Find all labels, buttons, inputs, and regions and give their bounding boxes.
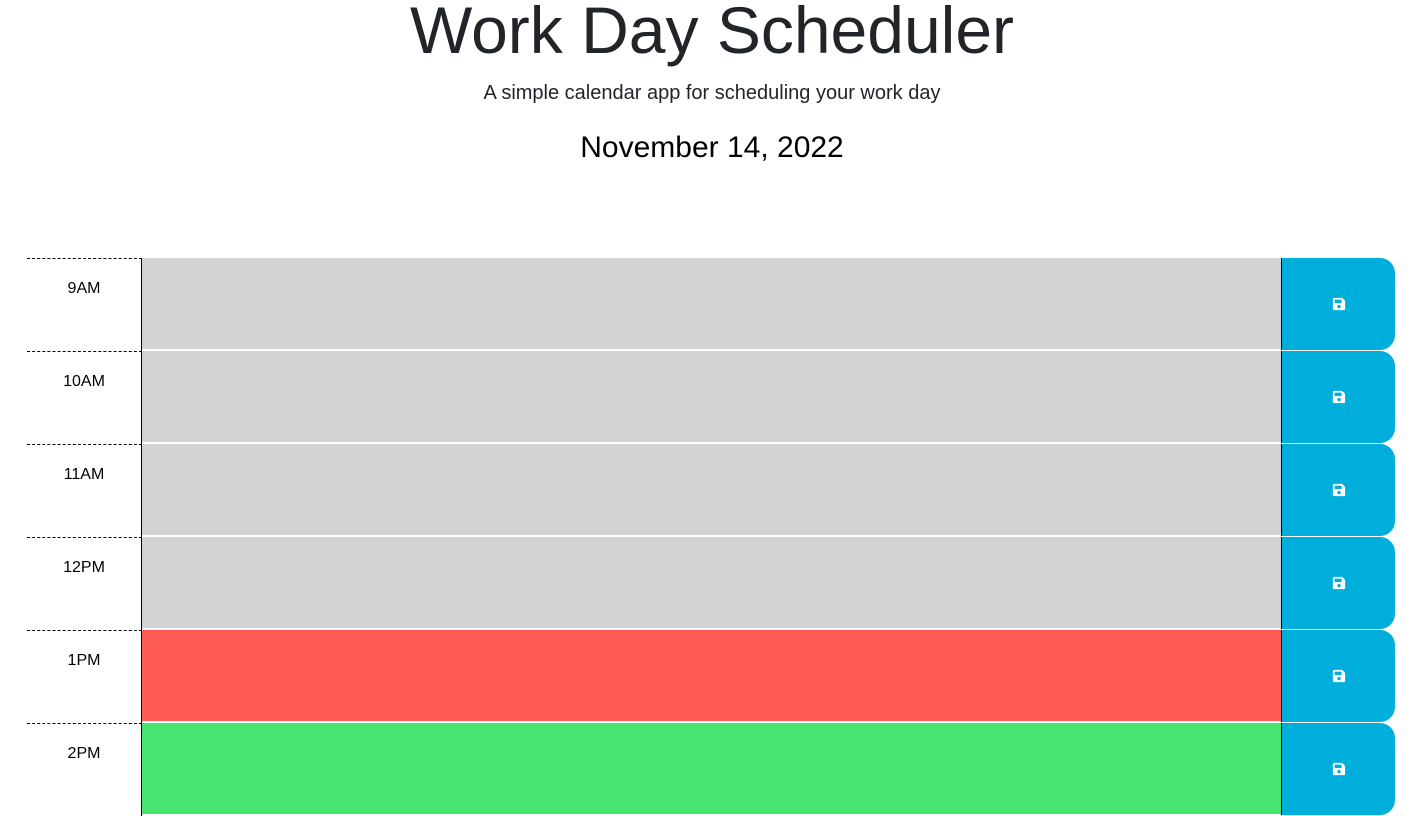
page-subtitle: A simple calendar app for scheduling you… [483,82,941,104]
hour-label: 10AM [63,373,105,390]
description-input[interactable] [142,537,1281,629]
header: Work Day Scheduler A simple calendar app… [0,0,1424,200]
hour-cell: 2PM [27,723,142,816]
time-block-10am: 10AM [27,351,1395,444]
save-icon [1332,669,1345,683]
description-input[interactable] [142,723,1281,815]
time-block-9am: 9AM [27,258,1395,351]
hour-label: 1PM [67,652,101,669]
hour-cell: 11AM [27,444,142,537]
hour-label: 9AM [67,280,101,297]
time-block-2pm: 2PM [27,723,1395,816]
save-button[interactable] [1281,444,1395,536]
save-button[interactable] [1281,630,1395,722]
save-icon [1332,390,1345,404]
hour-label: 12PM [63,559,105,576]
description-input[interactable] [142,351,1281,443]
save-icon [1332,762,1345,776]
save-icon [1332,297,1345,311]
time-block-1pm: 1PM [27,630,1395,723]
hour-label: 2PM [67,745,101,762]
schedule-container: 9AM 10AM 11AM 12PM 1PM 2PM [27,258,1395,816]
hour-cell: 10AM [27,351,142,444]
hour-cell: 12PM [27,537,142,630]
hour-cell: 9AM [27,258,142,351]
time-block-11am: 11AM [27,444,1395,537]
description-input[interactable] [142,258,1281,350]
save-button[interactable] [1281,258,1395,350]
save-button[interactable] [1281,537,1395,629]
current-date: November 14, 2022 [580,131,844,164]
page-title: Work Day Scheduler [409,0,1015,67]
description-input[interactable] [142,444,1281,536]
hour-cell: 1PM [27,630,142,723]
save-button[interactable] [1281,723,1395,815]
save-icon [1332,483,1345,497]
save-icon [1332,576,1345,590]
hour-label: 11AM [63,466,105,483]
description-input[interactable] [142,630,1281,722]
time-block-12pm: 12PM [27,537,1395,630]
save-button[interactable] [1281,351,1395,443]
